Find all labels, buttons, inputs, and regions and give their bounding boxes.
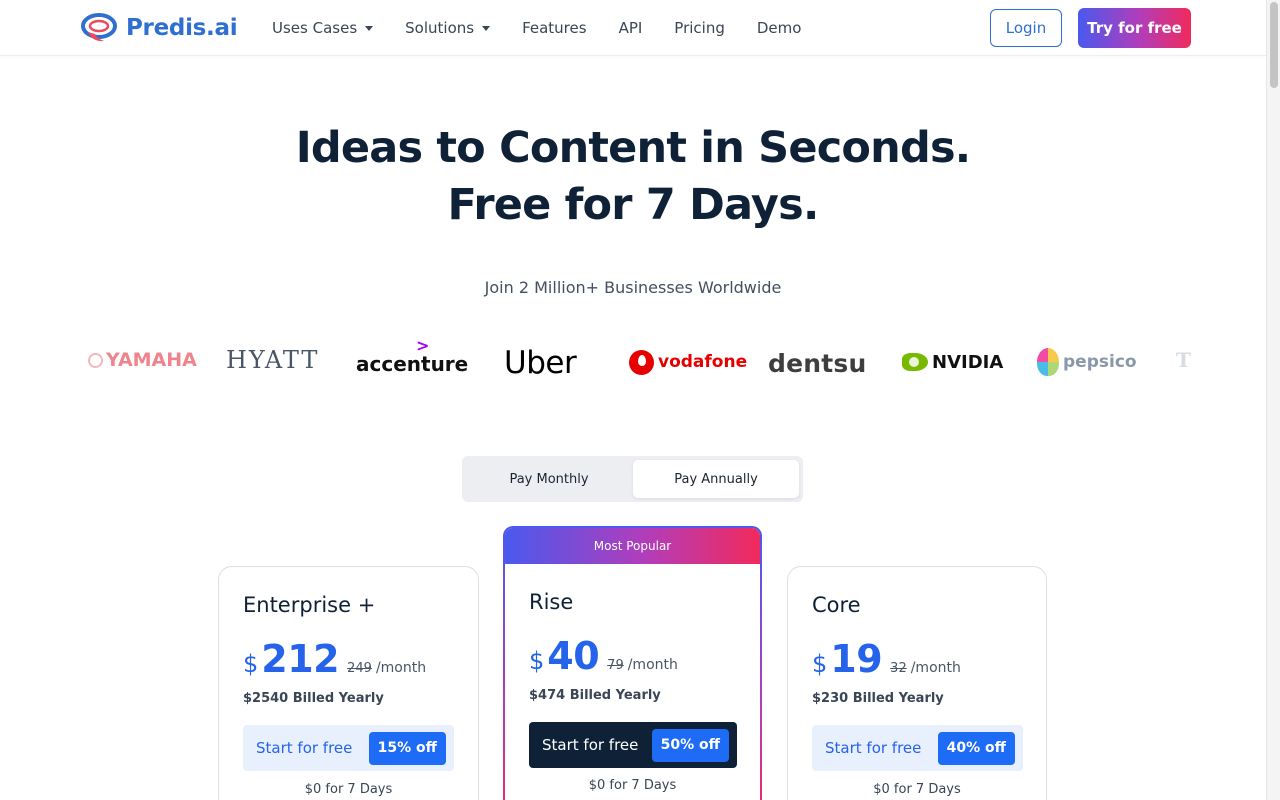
page: Predis.ai Uses Cases Solutions Features … [0, 0, 1280, 800]
yamaha-logo-text: YAMAHA [106, 349, 197, 371]
start-for-free-button-enterprise[interactable]: Start for free 15% off [243, 725, 454, 771]
price-period: /month [375, 660, 427, 676]
dentsu-logo-text: dentsu [768, 348, 867, 378]
nav-use-cases-label: Uses Cases [272, 19, 358, 37]
old-price: 249 [347, 661, 372, 676]
try-for-free-button[interactable]: Try for free [1078, 8, 1191, 48]
nvidia-logo: NVIDIA [902, 338, 1003, 384]
customer-logos: YAMAHA HYATT > accenture Uber vodafone d… [88, 336, 1194, 384]
accenture-logo-text: accenture [356, 352, 469, 376]
hero-title: Ideas to Content in Seconds. Free for 7 … [0, 120, 1266, 234]
nav-use-cases[interactable]: Uses Cases [272, 19, 374, 37]
pay-annually-option[interactable]: Pay Annually [633, 460, 799, 498]
partial-logo-text: T [1176, 348, 1191, 372]
old-price: 32 [890, 661, 907, 676]
price-currency: $ [529, 647, 545, 675]
nav-pricing[interactable]: Pricing [674, 19, 725, 37]
cta-label: Start for free [825, 739, 922, 757]
plan-card-core: Core $ 19 32 /month $230 Billed Yearly S… [787, 566, 1047, 800]
price-amount: 19 [830, 637, 883, 681]
most-popular-badge: Most Popular [505, 528, 760, 564]
price-row: $ 40 79 /month [529, 634, 678, 678]
vodafone-logo: vodafone [629, 338, 747, 384]
old-price: 79 [607, 658, 624, 673]
billed-yearly-text: $474 Billed Yearly [529, 688, 661, 703]
accenture-chevron-icon: > [416, 336, 430, 355]
hyatt-logo: HYATT [226, 336, 319, 384]
price-amount: 212 [261, 637, 340, 681]
pepsico-logo-text: pepsico [1063, 352, 1137, 372]
pepsico-logo: pepsico [1037, 338, 1137, 384]
nvidia-eye-icon [902, 353, 928, 371]
trial-text: $0 for 7 Days [304, 782, 393, 797]
yamaha-logo: YAMAHA [88, 336, 197, 384]
billing-toggle: Pay Monthly Pay Annually [462, 456, 803, 502]
start-for-free-button-rise[interactable]: Start for free 50% off [529, 722, 737, 768]
hero-subtitle: Join 2 Million+ Businesses Worldwide [484, 278, 782, 297]
login-button[interactable]: Login [990, 9, 1062, 47]
nav-features[interactable]: Features [522, 19, 587, 37]
nav-solutions-label: Solutions [405, 19, 475, 37]
trial-text: $0 for 7 Days [873, 782, 961, 797]
plan-card-enterprise: Enterprise + $ 212 249 /month $2540 Bill… [218, 566, 479, 800]
logo-link[interactable]: Predis.ai [80, 12, 238, 44]
plan-name: Core [812, 593, 861, 617]
chevron-down-icon [482, 26, 491, 31]
nav-pricing-label: Pricing [674, 19, 725, 37]
nvidia-logo-text: NVIDIA [932, 351, 1004, 373]
start-for-free-button-core[interactable]: Start for free 40% off [812, 725, 1023, 771]
nav-solutions[interactable]: Solutions [405, 19, 491, 37]
discount-badge: 15% off [368, 731, 446, 765]
nav-api[interactable]: API [619, 19, 643, 37]
nav-api-label: API [618, 19, 643, 37]
discount-badge: 40% off [937, 731, 1015, 765]
page-scrollbar[interactable] [1266, 0, 1280, 800]
trial-text: $0 for 7 Days [588, 778, 677, 793]
uber-logo: Uber [504, 339, 577, 384]
price-currency: $ [812, 650, 828, 678]
partial-logo: T [1176, 336, 1191, 384]
discount-badge: 50% off [651, 728, 729, 762]
price-row: $ 19 32 /month [812, 637, 961, 681]
main-nav: Uses Cases Solutions Features API Pricin… [272, 0, 833, 56]
yamaha-emblem-icon [88, 352, 103, 368]
plan-name: Rise [529, 590, 574, 614]
scrollbar-thumb[interactable] [1270, 2, 1278, 88]
price-currency: $ [243, 650, 259, 678]
plan-card-rise: Most Popular Rise $ 40 79 /month $474 Bi… [503, 526, 762, 800]
dentsu-logo: dentsu [768, 339, 866, 384]
price-period: /month [627, 657, 678, 673]
nav-features-label: Features [522, 19, 587, 37]
cta-label: Start for free [256, 739, 353, 757]
chevron-down-icon [365, 26, 374, 31]
nav-demo-label: Demo [756, 19, 802, 37]
cta-label: Start for free [542, 736, 639, 754]
logo-mark-icon [81, 13, 117, 42]
hero-title-line-2: Free for 7 Days. [447, 180, 820, 230]
nav-demo[interactable]: Demo [757, 19, 802, 37]
pepsico-emblem-icon [1037, 348, 1059, 376]
price-row: $ 212 249 /month [243, 637, 426, 681]
hyatt-logo-text: HYATT [226, 346, 320, 374]
price-amount: 40 [547, 634, 600, 678]
pay-monthly-option[interactable]: Pay Monthly [466, 460, 632, 498]
vodafone-speechmark-icon [629, 349, 654, 375]
plan-name: Enterprise + [243, 593, 376, 617]
billed-yearly-text: $230 Billed Yearly [812, 691, 944, 706]
uber-logo-text: Uber [504, 345, 577, 381]
site-header: Predis.ai Uses Cases Solutions Features … [0, 0, 1266, 56]
accenture-logo: > accenture [356, 336, 469, 384]
billed-yearly-text: $2540 Billed Yearly [243, 691, 384, 706]
logo-text: Predis.ai [126, 15, 238, 41]
price-period: /month [910, 660, 961, 676]
vodafone-logo-text: vodafone [658, 352, 748, 372]
hero-title-line-1: Ideas to Content in Seconds. [295, 123, 971, 173]
